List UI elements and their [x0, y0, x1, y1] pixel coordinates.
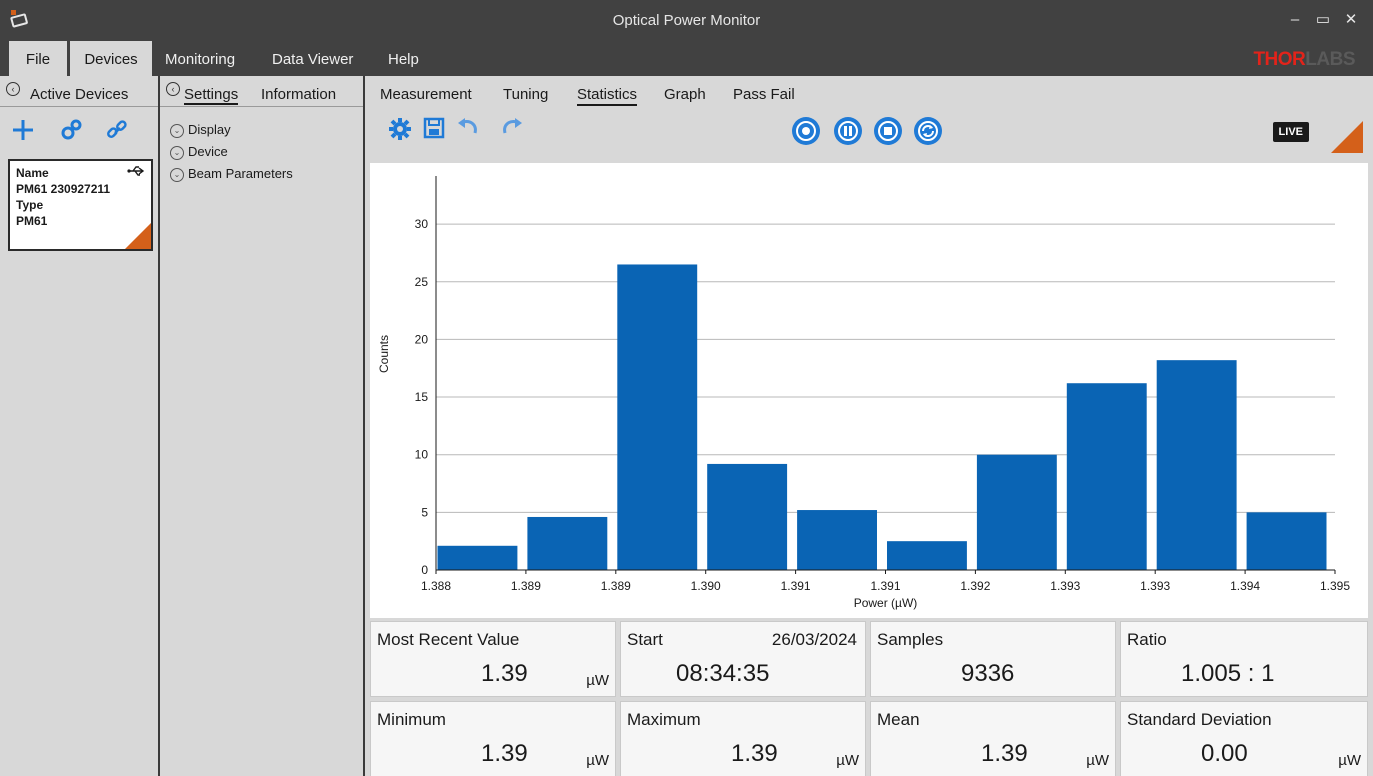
histogram-bar — [437, 545, 518, 570]
main-panel: Measurement Tuning Statistics Graph Pass… — [365, 76, 1373, 776]
live-badge: LIVE — [1272, 122, 1309, 142]
x-tick-label: 1.394 — [1230, 579, 1260, 593]
save-icon[interactable] — [421, 117, 447, 143]
collapse-left-icon[interactable]: ‹ — [6, 82, 20, 96]
stat-maximum: Maximum 1.39 µW — [620, 701, 866, 776]
chevron-down-icon: ⌄ — [170, 123, 184, 138]
close-button[interactable]: ✕ — [1339, 9, 1363, 31]
menu-help[interactable]: Help — [378, 41, 429, 76]
y-tick-label: 30 — [415, 217, 429, 231]
x-tick-label: 1.392 — [960, 579, 990, 593]
stat-samples: Samples 9336 — [870, 621, 1116, 697]
device-name-value: PM61 230927211 — [16, 182, 111, 196]
restore-button[interactable]: ▭ — [1311, 9, 1335, 31]
statistics-grid: Most Recent Value 1.39 µW Start 26/03/20… — [370, 621, 1368, 776]
histogram-bar — [797, 510, 877, 570]
connect-settings-icon[interactable] — [58, 117, 84, 143]
collapse-settings-icon[interactable]: ‹ — [166, 82, 180, 96]
link-icon[interactable] — [104, 117, 130, 143]
histogram-bar — [1246, 512, 1327, 570]
thorlabs-logo: THORLABS — [1253, 49, 1355, 70]
settings-panel: ‹ Settings Information ⌄ Display ⌄ Device … — [160, 76, 365, 776]
tab-statistics[interactable]: Statistics — [577, 86, 638, 106]
x-tick-label: 1.395 — [1320, 579, 1350, 593]
histogram-svg: 0 5 10 15 20 25 30 1.388 1.389 1.389 1.390 1.391 1.… — [377, 176, 1350, 610]
tree-item-beam-parameters[interactable]: ⌄ Beam Parameters — [170, 165, 293, 183]
stat-most-recent: Most Recent Value 1.39 µW — [370, 621, 616, 697]
active-devices-title: Active Devices — [30, 86, 129, 103]
histogram-bar — [887, 541, 967, 570]
tab-information[interactable]: Information — [261, 86, 336, 103]
usb-icon — [127, 165, 145, 180]
record-button[interactable] — [792, 117, 820, 145]
x-tick-label: 1.388 — [421, 579, 451, 593]
y-tick-label: 15 — [415, 390, 429, 404]
y-axis-label: Counts — [377, 335, 391, 373]
y-tick-label: 20 — [415, 332, 429, 346]
live-corner-indicator — [1331, 121, 1363, 153]
stat-ratio: Ratio 1.005 : 1 — [1120, 621, 1368, 697]
x-tick-label: 1.389 — [511, 579, 541, 593]
x-tick-label: 1.393 — [1050, 579, 1080, 593]
minimize-button[interactable]: – — [1283, 9, 1307, 31]
tree-item-display[interactable]: ⌄ Display — [170, 121, 231, 139]
active-devices-panel: ‹ Active Devices Name PM61 230927211 Typ… — [0, 76, 160, 776]
y-tick-label: 0 — [421, 563, 428, 577]
tab-settings[interactable]: Settings — [184, 86, 239, 105]
chevron-down-icon: ⌄ — [170, 167, 184, 182]
histogram-bar — [707, 463, 788, 570]
device-card[interactable]: Name PM61 230927211 Type PM61 — [8, 159, 153, 251]
device-status-corner — [125, 223, 151, 249]
active-devices-header: ‹ Active Devices — [0, 76, 158, 107]
device-name-label: Name — [16, 166, 49, 180]
x-axis-label: Power (µW) — [854, 596, 918, 610]
x-tick-label: 1.391 — [870, 579, 900, 593]
y-tick-label: 25 — [415, 275, 429, 289]
stat-std-deviation: Standard Deviation 0.00 µW — [1120, 701, 1368, 776]
tab-graph[interactable]: Graph — [664, 86, 706, 103]
y-tick-label: 10 — [415, 448, 429, 462]
stat-minimum: Minimum 1.39 µW — [370, 701, 616, 776]
undo-icon[interactable] — [455, 117, 481, 143]
x-tick-label: 1.393 — [1140, 579, 1170, 593]
histogram-bar — [976, 454, 1057, 570]
menu-data-viewer[interactable]: Data Viewer — [262, 41, 363, 76]
add-device-icon[interactable] — [10, 117, 36, 143]
reset-button[interactable] — [914, 117, 942, 145]
device-type-label: Type — [16, 198, 44, 212]
tree-item-device[interactable]: ⌄ Device — [170, 143, 228, 161]
menu-monitoring[interactable]: Monitoring — [155, 41, 245, 76]
redo-icon[interactable] — [499, 117, 525, 143]
x-tick-label: 1.389 — [601, 579, 631, 593]
tab-tuning[interactable]: Tuning — [503, 86, 548, 103]
main-tabs: Measurement Tuning Statistics Graph Pass… — [365, 76, 1373, 107]
histogram-chart: 0 5 10 15 20 25 30 1.388 1.389 1.389 1.390 1.391 1.… — [370, 163, 1368, 618]
menu-devices[interactable]: Devices — [70, 41, 152, 76]
x-tick-label: 1.391 — [781, 579, 811, 593]
stop-button[interactable] — [874, 117, 902, 145]
settings-header: ‹ Settings Information — [160, 76, 363, 107]
tab-pass-fail[interactable]: Pass Fail — [733, 86, 795, 103]
statistics-toolbar: LIVE — [365, 107, 1373, 161]
stat-mean: Mean 1.39 µW — [870, 701, 1116, 776]
menu-bar: File Devices Monitoring Data Viewer Help… — [0, 41, 1373, 76]
gear-icon[interactable] — [387, 117, 413, 143]
y-tick-label: 5 — [421, 505, 428, 519]
histogram-bar — [617, 264, 698, 570]
title-bar: Optical Power Monitor – ▭ ✕ — [0, 0, 1373, 41]
x-tick-label: 1.390 — [691, 579, 721, 593]
stat-start: Start 26/03/2024 08:34:35 — [620, 621, 866, 697]
window-title: Optical Power Monitor — [612, 12, 761, 29]
histogram-bar — [1156, 360, 1237, 570]
chevron-down-icon: ⌄ — [170, 145, 184, 160]
tab-measurement[interactable]: Measurement — [380, 86, 472, 103]
pause-button[interactable] — [834, 117, 862, 145]
histogram-bar — [527, 516, 608, 570]
histogram-bar — [1066, 383, 1147, 570]
menu-file[interactable]: File — [9, 41, 67, 76]
